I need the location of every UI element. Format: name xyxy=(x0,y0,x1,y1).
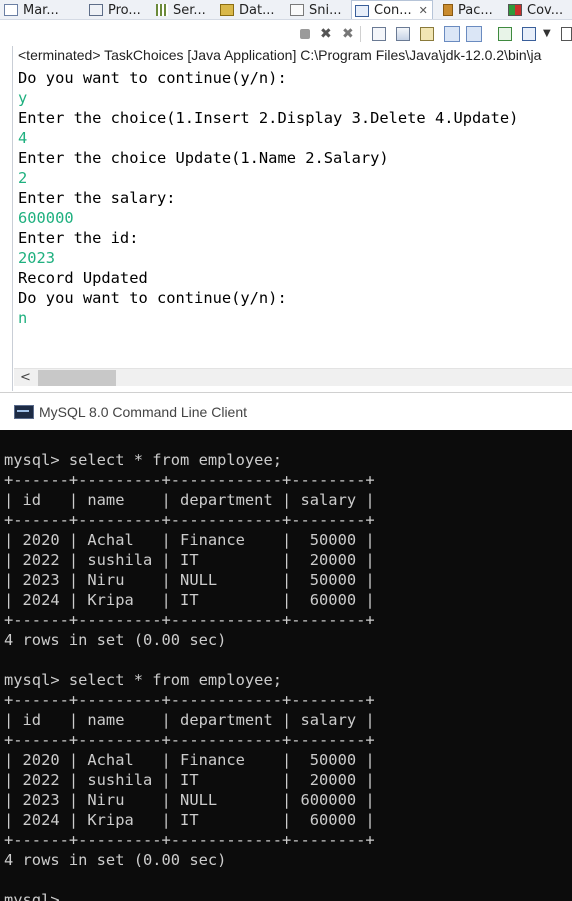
console-input-line: n xyxy=(18,309,28,327)
chevron-down-icon[interactable]: ▼ xyxy=(543,27,557,41)
terminal-line: | id | name | department | salary | xyxy=(4,711,375,729)
console-input-line: 4 xyxy=(18,129,28,147)
markers-icon xyxy=(4,4,18,16)
tab-package-explorer-label: Pac... xyxy=(458,2,493,18)
display-selected-console-icon[interactable] xyxy=(466,26,482,42)
console-toolbar: ✖ ✖ ▼ xyxy=(0,20,572,46)
servers-icon xyxy=(156,4,168,16)
console-input-line: 600000 xyxy=(18,209,74,227)
tab-data-source-explorer-label: Dat... xyxy=(239,2,275,18)
tab-properties[interactable]: Pro... xyxy=(89,0,141,19)
word-wrap-icon[interactable] xyxy=(396,27,410,41)
pin-console-icon[interactable] xyxy=(444,26,460,42)
data-source-explorer-icon xyxy=(220,4,234,16)
open-console-icon[interactable] xyxy=(498,27,512,41)
console-launch-description: <terminated> TaskChoices [Java Applicati… xyxy=(18,47,542,63)
tab-properties-label: Pro... xyxy=(108,2,141,18)
tab-servers[interactable]: Ser... xyxy=(156,0,206,19)
console-output-line: Enter the choice(1.Insert 2.Display 3.De… xyxy=(18,109,519,127)
snippets-icon xyxy=(290,4,304,16)
console-output[interactable]: Do you want to continue(y/n): y Enter the … xyxy=(18,68,518,328)
tab-console[interactable]: Con... ✕ xyxy=(351,0,433,19)
console-output-line: Do you want to continue(y/n): xyxy=(18,69,287,87)
terminal-line: +------+---------+------------+--------+ xyxy=(4,731,375,749)
package-explorer-icon xyxy=(443,4,453,16)
mysql-terminal-icon xyxy=(14,404,34,419)
chevron-left-icon[interactable]: < xyxy=(20,370,31,385)
terminal-line: | 2022 | sushila | IT | 20000 | xyxy=(4,771,375,789)
terminal-line: | 2024 | Kripa | IT | 60000 | xyxy=(4,811,375,829)
terminal-line: | 2020 | Achal | Finance | 50000 | xyxy=(4,531,375,549)
eclipse-view-tab-bar: Mar... Pro... Ser... Dat... Sni... Con..… xyxy=(0,0,572,20)
tab-markers-label: Mar... xyxy=(23,2,59,18)
console-horizontal-scrollbar[interactable]: < xyxy=(14,368,572,386)
console-output-line: Do you want to continue(y/n): xyxy=(18,289,287,307)
coverage-icon xyxy=(508,4,522,16)
mysql-terminal-output: mysql> select * from employee; +------+--… xyxy=(4,450,375,901)
console-input-line: y xyxy=(18,89,28,107)
console-output-line: Record Updated xyxy=(18,269,148,287)
mysql-window-titlebar[interactable]: MySQL 8.0 Command Line Client xyxy=(0,392,572,430)
tab-package-explorer[interactable]: Pac... xyxy=(443,0,493,19)
show-console-icon[interactable] xyxy=(420,27,434,41)
terminal-line: | 2024 | Kripa | IT | 60000 | xyxy=(4,591,375,609)
terminal-line: +------+---------+------------+--------+ xyxy=(4,691,375,709)
toolbar-separator xyxy=(360,26,361,42)
tab-data-source-explorer[interactable]: Dat... xyxy=(220,0,275,19)
tab-console-label: Con... xyxy=(374,3,412,18)
tab-snippets[interactable]: Sni... xyxy=(290,0,342,19)
console-output-line: Enter the id: xyxy=(18,229,139,247)
terminate-icon[interactable] xyxy=(300,29,310,39)
console-input-line: 2 xyxy=(18,169,28,187)
console-input-line: 2023 xyxy=(18,249,56,267)
terminal-line: +------+---------+------------+--------+ xyxy=(4,831,375,849)
console-border xyxy=(12,46,13,391)
remove-launch-icon[interactable]: ✖ xyxy=(320,27,334,41)
view-menu-icon[interactable] xyxy=(522,27,536,41)
terminal-line: mysql> select * from employee; xyxy=(4,451,282,469)
terminal-line: | 2023 | Niru | NULL | 600000 | xyxy=(4,791,375,809)
close-icon[interactable]: ✕ xyxy=(419,4,428,17)
terminal-line: mysql> select * from employee; xyxy=(4,671,282,689)
scrollbar-thumb[interactable] xyxy=(38,370,116,386)
tab-snippets-label: Sni... xyxy=(309,2,342,18)
terminal-line: 4 rows in set (0.00 sec) xyxy=(4,851,227,869)
console-icon xyxy=(355,4,369,17)
console-output-line: Enter the salary: xyxy=(18,189,176,207)
terminal-line: | id | name | department | salary | xyxy=(4,491,375,509)
mysql-window-title: MySQL 8.0 Command Line Client xyxy=(39,403,248,420)
terminal-line: | 2022 | sushila | IT | 20000 | xyxy=(4,551,375,569)
properties-icon xyxy=(89,4,103,16)
tab-coverage-label: Cov... xyxy=(527,2,564,18)
terminal-line: | 2023 | Niru | NULL | 50000 | xyxy=(4,571,375,589)
console-output-line: Enter the choice Update(1.Name 2.Salary) xyxy=(18,149,389,167)
minimize-icon[interactable] xyxy=(561,27,572,41)
terminal-line: +------+---------+------------+--------+ xyxy=(4,611,375,629)
scroll-lock-icon[interactable] xyxy=(372,27,386,41)
remove-all-terminated-icon[interactable]: ✖ xyxy=(342,27,356,41)
terminal-line: 4 rows in set (0.00 sec) xyxy=(4,631,227,649)
tab-servers-label: Ser... xyxy=(173,2,206,18)
tab-coverage[interactable]: Cov... xyxy=(508,0,564,19)
terminal-line: | 2020 | Achal | Finance | 50000 | xyxy=(4,751,375,769)
terminal-line: +------+---------+------------+--------+ xyxy=(4,471,375,489)
mysql-terminal[interactable]: mysql> select * from employee; +------+--… xyxy=(0,430,572,901)
terminal-line: +------+---------+------------+--------+ xyxy=(4,511,375,529)
tab-markers[interactable]: Mar... xyxy=(4,0,59,19)
terminal-line: mysql> xyxy=(4,891,60,901)
